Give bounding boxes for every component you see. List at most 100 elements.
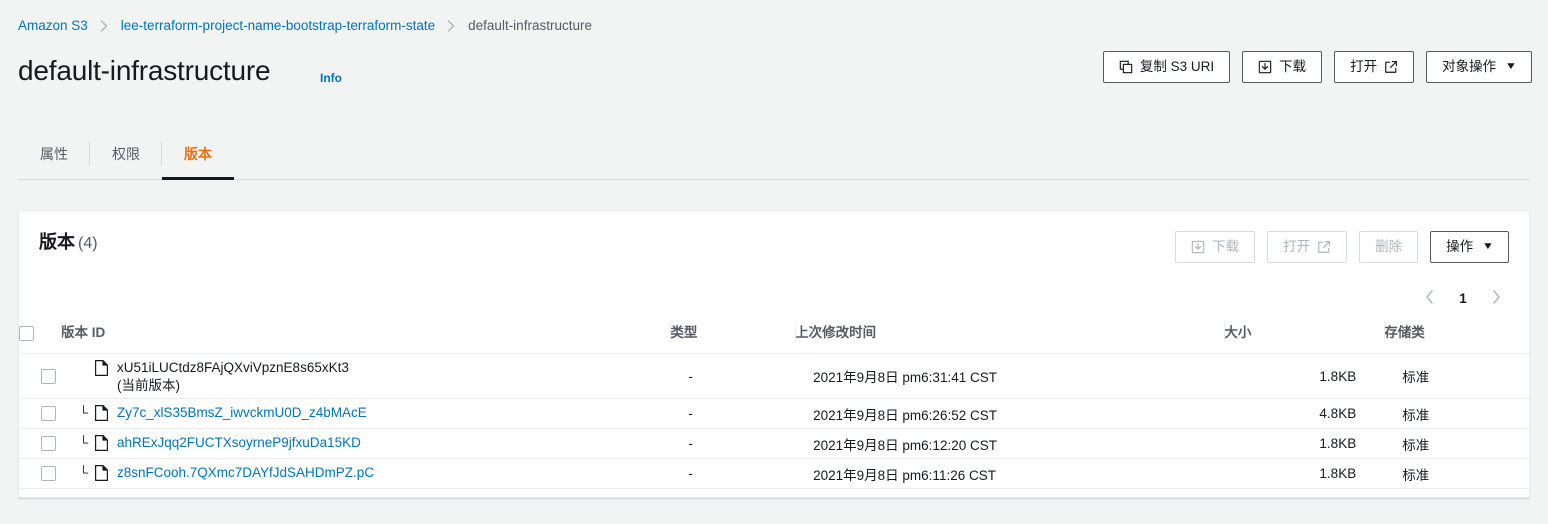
version-id-text: xU51iLUCtdz8FAjQXviVpznE8s65xKt3 — [116, 359, 349, 375]
row-version-id-cell: xU51iLUCtdz8FAjQXviVpznE8s65xKt3 (当前版本) — [60, 353, 671, 399]
row-last-modified-cell: 2021年9月8日 pm6:26:52 CST — [795, 398, 1225, 429]
row-storage-class-cell: 标准 — [1384, 353, 1529, 399]
row-checkbox[interactable] — [41, 368, 56, 384]
row-version-id-cell: └ ahRExJqq2FUCTXsoyrneP9jfxuDa15KD — [60, 428, 671, 459]
download-button[interactable]: 下载 — [1242, 51, 1323, 83]
tab-permissions[interactable]: 权限 — [90, 128, 162, 179]
page-title: default-infrastructure — [18, 55, 271, 86]
versions-table-body: xU51iLUCtdz8FAjQXviVpznE8s65xKt3 (当前版本) … — [19, 353, 1529, 489]
version-id-link[interactable]: ahRExJqq2FUCTXsoyrneP9jfxuDa15KD — [117, 434, 361, 451]
breadcrumb-item-bucket[interactable]: lee-terraform-project-name-bootstrap-ter… — [121, 16, 435, 36]
chevron-right-icon — [1491, 289, 1501, 307]
object-actions-button[interactable]: 对象操作 ▼ — [1426, 51, 1532, 83]
row-storage-class-cell: 标准 — [1384, 428, 1529, 459]
versions-table-wrap: 版本 ID 类型 上次修改时间 大小 存储类 xU51iLUCtdz8FAjQX… — [19, 321, 1529, 489]
download-label: 下载 — [1279, 59, 1307, 75]
copy-s3-uri-label: 复制 S3 URI — [1139, 59, 1215, 75]
object-actions-label: 对象操作 — [1442, 59, 1497, 75]
row-select-cell — [19, 458, 61, 489]
version-id-link[interactable]: Zy7c_xlS35BmsZ_iwvckmU0D_z4bMAcE — [117, 404, 367, 421]
open-label: 打开 — [1350, 59, 1378, 75]
info-link[interactable]: Info — [320, 71, 342, 85]
version-id-link[interactable]: z8snFCooh.7QXmc7DAYfJdSAHDmPZ.pC — [117, 464, 374, 481]
row-checkbox[interactable] — [41, 466, 56, 481]
tab-properties-label: 属性 — [40, 145, 68, 162]
row-size-cell: 1.8KB — [1224, 353, 1385, 399]
chevron-down-icon: ▼ — [1504, 61, 1518, 72]
panel-download-label: 下载 — [1212, 239, 1240, 255]
row-size-cell: 4.8KB — [1224, 398, 1385, 429]
row-type-cell: - — [670, 398, 796, 429]
tab-permissions-label: 权限 — [112, 145, 140, 162]
row-version-id-cell: └ z8snFCooh.7QXmc7DAYfJdSAHDmPZ.pC — [60, 458, 671, 489]
versions-count: (4) — [78, 235, 98, 252]
tree-branch-icon: └ — [78, 404, 89, 420]
panel-actions-button[interactable]: 操作 ▼ — [1430, 231, 1509, 263]
select-all-header — [19, 321, 61, 354]
file-icon — [94, 404, 108, 424]
row-select-cell — [19, 398, 61, 429]
file-icon — [94, 359, 108, 379]
panel-open-label: 打开 — [1283, 239, 1311, 255]
versions-panel-title: 版本 (4) — [39, 231, 98, 255]
panel-open-button[interactable]: 打开 — [1267, 231, 1348, 263]
row-size-cell: 1.8KB — [1224, 458, 1385, 489]
panel-delete-label: 删除 — [1375, 239, 1403, 255]
tab-active-underline — [162, 177, 234, 180]
row-version-id-cell: └ Zy7c_xlS35BmsZ_iwvckmU0D_z4bMAcE — [60, 398, 671, 429]
download-icon — [1191, 240, 1205, 254]
table-header-row: 版本 ID 类型 上次修改时间 大小 存储类 — [19, 321, 1529, 354]
external-link-icon — [1317, 240, 1331, 254]
row-type-cell: - — [670, 458, 796, 489]
pagination-prev-button[interactable] — [1415, 283, 1445, 313]
row-type-cell: - — [670, 353, 796, 399]
row-size-cell: 1.8KB — [1224, 428, 1385, 459]
breadcrumb-item-amazon-s3[interactable]: Amazon S3 — [18, 16, 88, 36]
copy-s3-uri-button[interactable]: 复制 S3 URI — [1102, 51, 1231, 83]
pagination: 1 — [1415, 283, 1511, 313]
file-icon — [94, 434, 108, 454]
chevron-left-icon — [1425, 289, 1435, 307]
row-select-cell — [19, 428, 61, 459]
tree-branch-icon: └ — [78, 434, 89, 450]
row-last-modified-cell: 2021年9月8日 pm6:12:20 CST — [795, 428, 1225, 459]
table-row[interactable]: xU51iLUCtdz8FAjQXviVpznE8s65xKt3 (当前版本) … — [19, 353, 1529, 399]
table-row[interactable]: └ ahRExJqq2FUCTXsoyrneP9jfxuDa15KD - 202… — [19, 428, 1529, 459]
panel-delete-button[interactable]: 删除 — [1359, 231, 1419, 263]
breadcrumb: Amazon S3 lee-terraform-project-name-boo… — [18, 16, 592, 36]
header-action-buttons: 复制 S3 URI 下载 打开 对象操作 ▼ — [1102, 51, 1532, 83]
column-header-size[interactable]: 大小 — [1224, 321, 1385, 354]
row-storage-class-cell: 标准 — [1384, 398, 1529, 429]
table-row[interactable]: └ z8snFCooh.7QXmc7DAYfJdSAHDmPZ.pC - 202… — [19, 458, 1529, 489]
tab-list: 属性 权限 版本 — [18, 128, 1530, 180]
file-icon — [94, 464, 108, 484]
open-button[interactable]: 打开 — [1334, 51, 1415, 83]
download-icon — [1258, 60, 1272, 74]
select-all-checkbox[interactable] — [19, 326, 34, 341]
pagination-page-1[interactable]: 1 — [1449, 283, 1477, 313]
column-header-type[interactable]: 类型 — [670, 321, 796, 354]
column-header-version-id[interactable]: 版本 ID — [60, 321, 671, 354]
copy-icon — [1119, 60, 1133, 74]
row-checkbox[interactable] — [41, 406, 56, 421]
chevron-down-icon: ▼ — [1481, 241, 1495, 252]
breadcrumb-separator-icon — [447, 20, 456, 32]
current-version-tag: (当前版本) — [116, 377, 180, 393]
row-last-modified-cell: 2021年9月8日 pm6:31:41 CST — [795, 353, 1225, 399]
panel-download-button[interactable]: 下载 — [1175, 231, 1256, 263]
external-link-icon — [1384, 60, 1398, 74]
tab-versions[interactable]: 版本 — [162, 128, 234, 180]
row-storage-class-cell: 标准 — [1384, 458, 1529, 489]
column-header-storage-class[interactable]: 存储类 — [1384, 321, 1529, 354]
tab-properties[interactable]: 属性 — [18, 128, 90, 179]
row-checkbox[interactable] — [41, 436, 56, 451]
breadcrumb-separator-icon — [100, 20, 109, 32]
row-type-cell: - — [670, 428, 796, 459]
row-last-modified-cell: 2021年9月8日 pm6:11:26 CST — [795, 458, 1225, 489]
breadcrumb-item-current: default-infrastructure — [468, 18, 592, 33]
panel-actions-label: 操作 — [1446, 239, 1474, 255]
column-header-last-modified[interactable]: 上次修改时间 — [795, 321, 1225, 354]
pagination-next-button[interactable] — [1481, 283, 1511, 313]
versions-panel-title-text: 版本 — [39, 232, 75, 252]
table-row[interactable]: └ Zy7c_xlS35BmsZ_iwvckmU0D_z4bMAcE - 202… — [19, 398, 1529, 429]
